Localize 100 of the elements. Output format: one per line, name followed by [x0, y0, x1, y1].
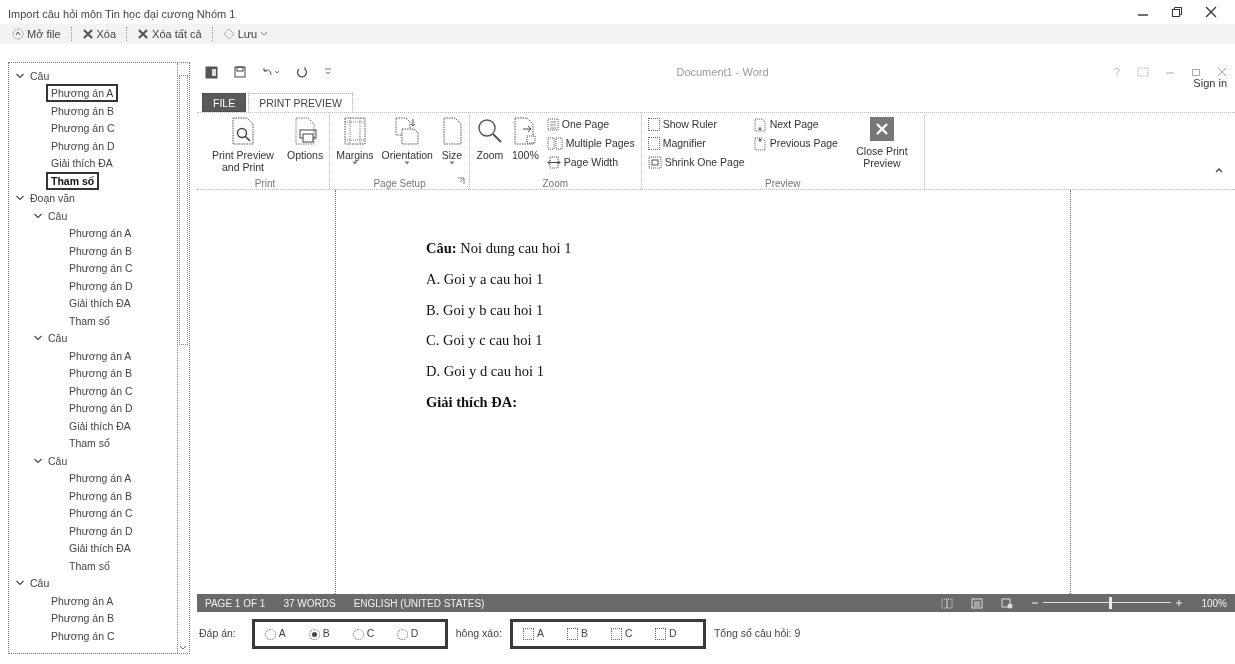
tree-item[interactable]: Phương án C — [64, 259, 138, 278]
scroll-thumb[interactable] — [179, 75, 188, 345]
tree-item[interactable]: Phương án D — [46, 136, 120, 155]
checkbox[interactable]: B — [566, 626, 605, 642]
close-icon[interactable] — [1205, 6, 1217, 18]
window-title: Import câu hỏi môn Tin học đại cương Nhóm 1 — [8, 7, 236, 22]
document-line: D. Goi y d cau hoi 1 — [426, 362, 545, 381]
status-text: 37 WORDS — [283, 596, 336, 611]
tree-item[interactable]: Phương án C — [46, 626, 120, 645]
tree-item[interactable]: Giải thích ĐA — [64, 539, 136, 558]
checkbox[interactable]: Show Ruler — [645, 117, 747, 133]
dialog-launcher-icon[interactable] — [456, 177, 465, 185]
redo-icon[interactable] — [296, 66, 308, 78]
tree-item[interactable]: Phương án A — [64, 469, 137, 488]
checkbox[interactable]: Magnifier — [645, 135, 747, 152]
tree-item[interactable]: Tham số — [64, 311, 115, 330]
tree-item[interactable]: Phương án B — [46, 609, 119, 628]
one-page-icon — [546, 118, 559, 132]
toolbar-button[interactable]: Lưu — [218, 25, 273, 43]
print-layout-icon[interactable] — [971, 597, 984, 609]
shrink-page-icon — [647, 155, 662, 169]
ribbon-button[interactable]: Multiple Pages — [544, 135, 637, 152]
tree-item[interactable]: Câu — [43, 206, 73, 225]
sign-in-link[interactable]: Sign in — [1193, 74, 1227, 92]
tree-item[interactable]: Phương án D — [64, 276, 138, 295]
toolbar-button[interactable]: Xóa — [77, 25, 121, 43]
toolbar-button[interactable]: Mở file — [8, 25, 65, 43]
document-line: Giải thích ĐA: — [426, 392, 519, 412]
checkbox[interactable]: C — [610, 626, 649, 642]
checkbox[interactable]: A — [522, 626, 561, 642]
tree-item[interactable]: Phương án A — [64, 224, 137, 243]
zoom-icon — [475, 117, 504, 145]
ribbon-button[interactable]: Shrink One Page — [645, 154, 747, 171]
ribbon-button[interactable]: One Page — [544, 117, 637, 133]
radio-button[interactable]: C — [352, 626, 391, 642]
document-title: Document1 - Word — [676, 65, 769, 78]
tree-item[interactable]: Phương án A — [46, 591, 119, 610]
ribbon-button[interactable]: Page Width — [544, 154, 637, 171]
tree-item[interactable]: Phương án A — [46, 84, 119, 103]
tree-item[interactable]: Phương án C — [64, 381, 138, 400]
tree-item[interactable]: Câu — [43, 451, 73, 470]
ribbon-button[interactable]: Options — [285, 115, 326, 176]
tree-item[interactable]: Phương án D — [64, 399, 138, 418]
ribbon-button[interactable]: Size — [438, 115, 465, 176]
file-tab[interactable]: FILE — [202, 93, 247, 112]
group-label: Page Setup — [373, 178, 426, 189]
collapse-icon[interactable] — [1215, 167, 1223, 173]
ribbon-button[interactable]: 100% — [509, 115, 541, 176]
tree-item[interactable]: Câu — [25, 574, 55, 593]
ribbon-tab[interactable]: PRINT PREVIEW — [248, 93, 353, 112]
caret-icon — [448, 161, 455, 165]
tree-item[interactable]: Đoạn văn — [25, 189, 80, 208]
ribbon-button[interactable]: Zoom — [473, 115, 506, 176]
zoom-in-icon[interactable] — [1175, 599, 1184, 607]
delete-icon — [81, 28, 94, 40]
page-size-icon — [440, 117, 463, 145]
zoom-out-icon[interactable] — [1031, 599, 1040, 607]
radio-button[interactable]: A — [264, 626, 303, 642]
tree-item[interactable]: Phương án B — [64, 364, 137, 383]
tree-item[interactable]: Câu — [25, 66, 55, 85]
tree-item[interactable]: Phương án D — [64, 521, 138, 540]
ribbon-button[interactable]: Close Print Preview — [843, 115, 920, 176]
status-text: ENGLISH (UNITED STATES) — [353, 596, 485, 611]
ribbon-button[interactable]: Previous Page — [750, 135, 840, 152]
tree-item[interactable]: Phương án C — [46, 119, 120, 138]
tree-item[interactable]: Giải thích ĐA — [64, 416, 136, 435]
radio-button[interactable]: B — [308, 626, 347, 642]
undo-icon[interactable] — [262, 66, 280, 78]
checkbox[interactable]: D — [654, 626, 693, 642]
tree-item[interactable]: Phương án B — [64, 241, 137, 260]
previous-page-icon — [752, 136, 767, 151]
scrollbar[interactable] — [177, 63, 189, 653]
ribbon-button[interactable]: Orientation — [379, 115, 435, 176]
customize-icon[interactable] — [324, 67, 332, 77]
tree-item[interactable]: Phương án C — [64, 504, 138, 523]
document-line: A. Goi y a cau hoi 1 — [426, 269, 545, 289]
tree-item[interactable]: Tham số — [64, 556, 115, 575]
tree-item[interactable]: Phương án B — [46, 101, 119, 120]
ribbon-button[interactable]: Next Page — [750, 117, 840, 133]
document-line: B. Goi y b cau hoi 1 — [426, 300, 545, 320]
tree-item[interactable]: Tham số — [46, 171, 100, 190]
group-label: Print — [254, 178, 276, 189]
caret-icon — [404, 161, 411, 165]
ribbon-button[interactable]: Print Preview and Print — [205, 115, 281, 176]
tree-item[interactable]: Giải thích ĐA — [64, 294, 136, 313]
restore-icon[interactable] — [1171, 6, 1183, 18]
ribbon-button[interactable]: Margins — [334, 115, 376, 176]
web-layout-icon[interactable] — [1001, 597, 1014, 609]
question-count: Tổng số câu hỏi: 9 — [713, 626, 801, 642]
tree-item[interactable]: Giải thích ĐA — [46, 154, 118, 173]
slider-thumb[interactable] — [1108, 597, 1112, 609]
tree-item[interactable]: Phương án B — [64, 486, 137, 505]
toolbar-button[interactable]: Xóa tất cả — [133, 25, 206, 43]
print-preview-icon — [230, 117, 256, 145]
tree-item[interactable]: Tham số — [64, 434, 115, 453]
group-label: Preview — [765, 178, 801, 189]
tree-item[interactable]: Câu — [43, 329, 73, 348]
radio-button[interactable]: D — [396, 626, 435, 642]
caret-icon — [351, 161, 358, 165]
tree-item[interactable]: Phương án A — [64, 346, 137, 365]
